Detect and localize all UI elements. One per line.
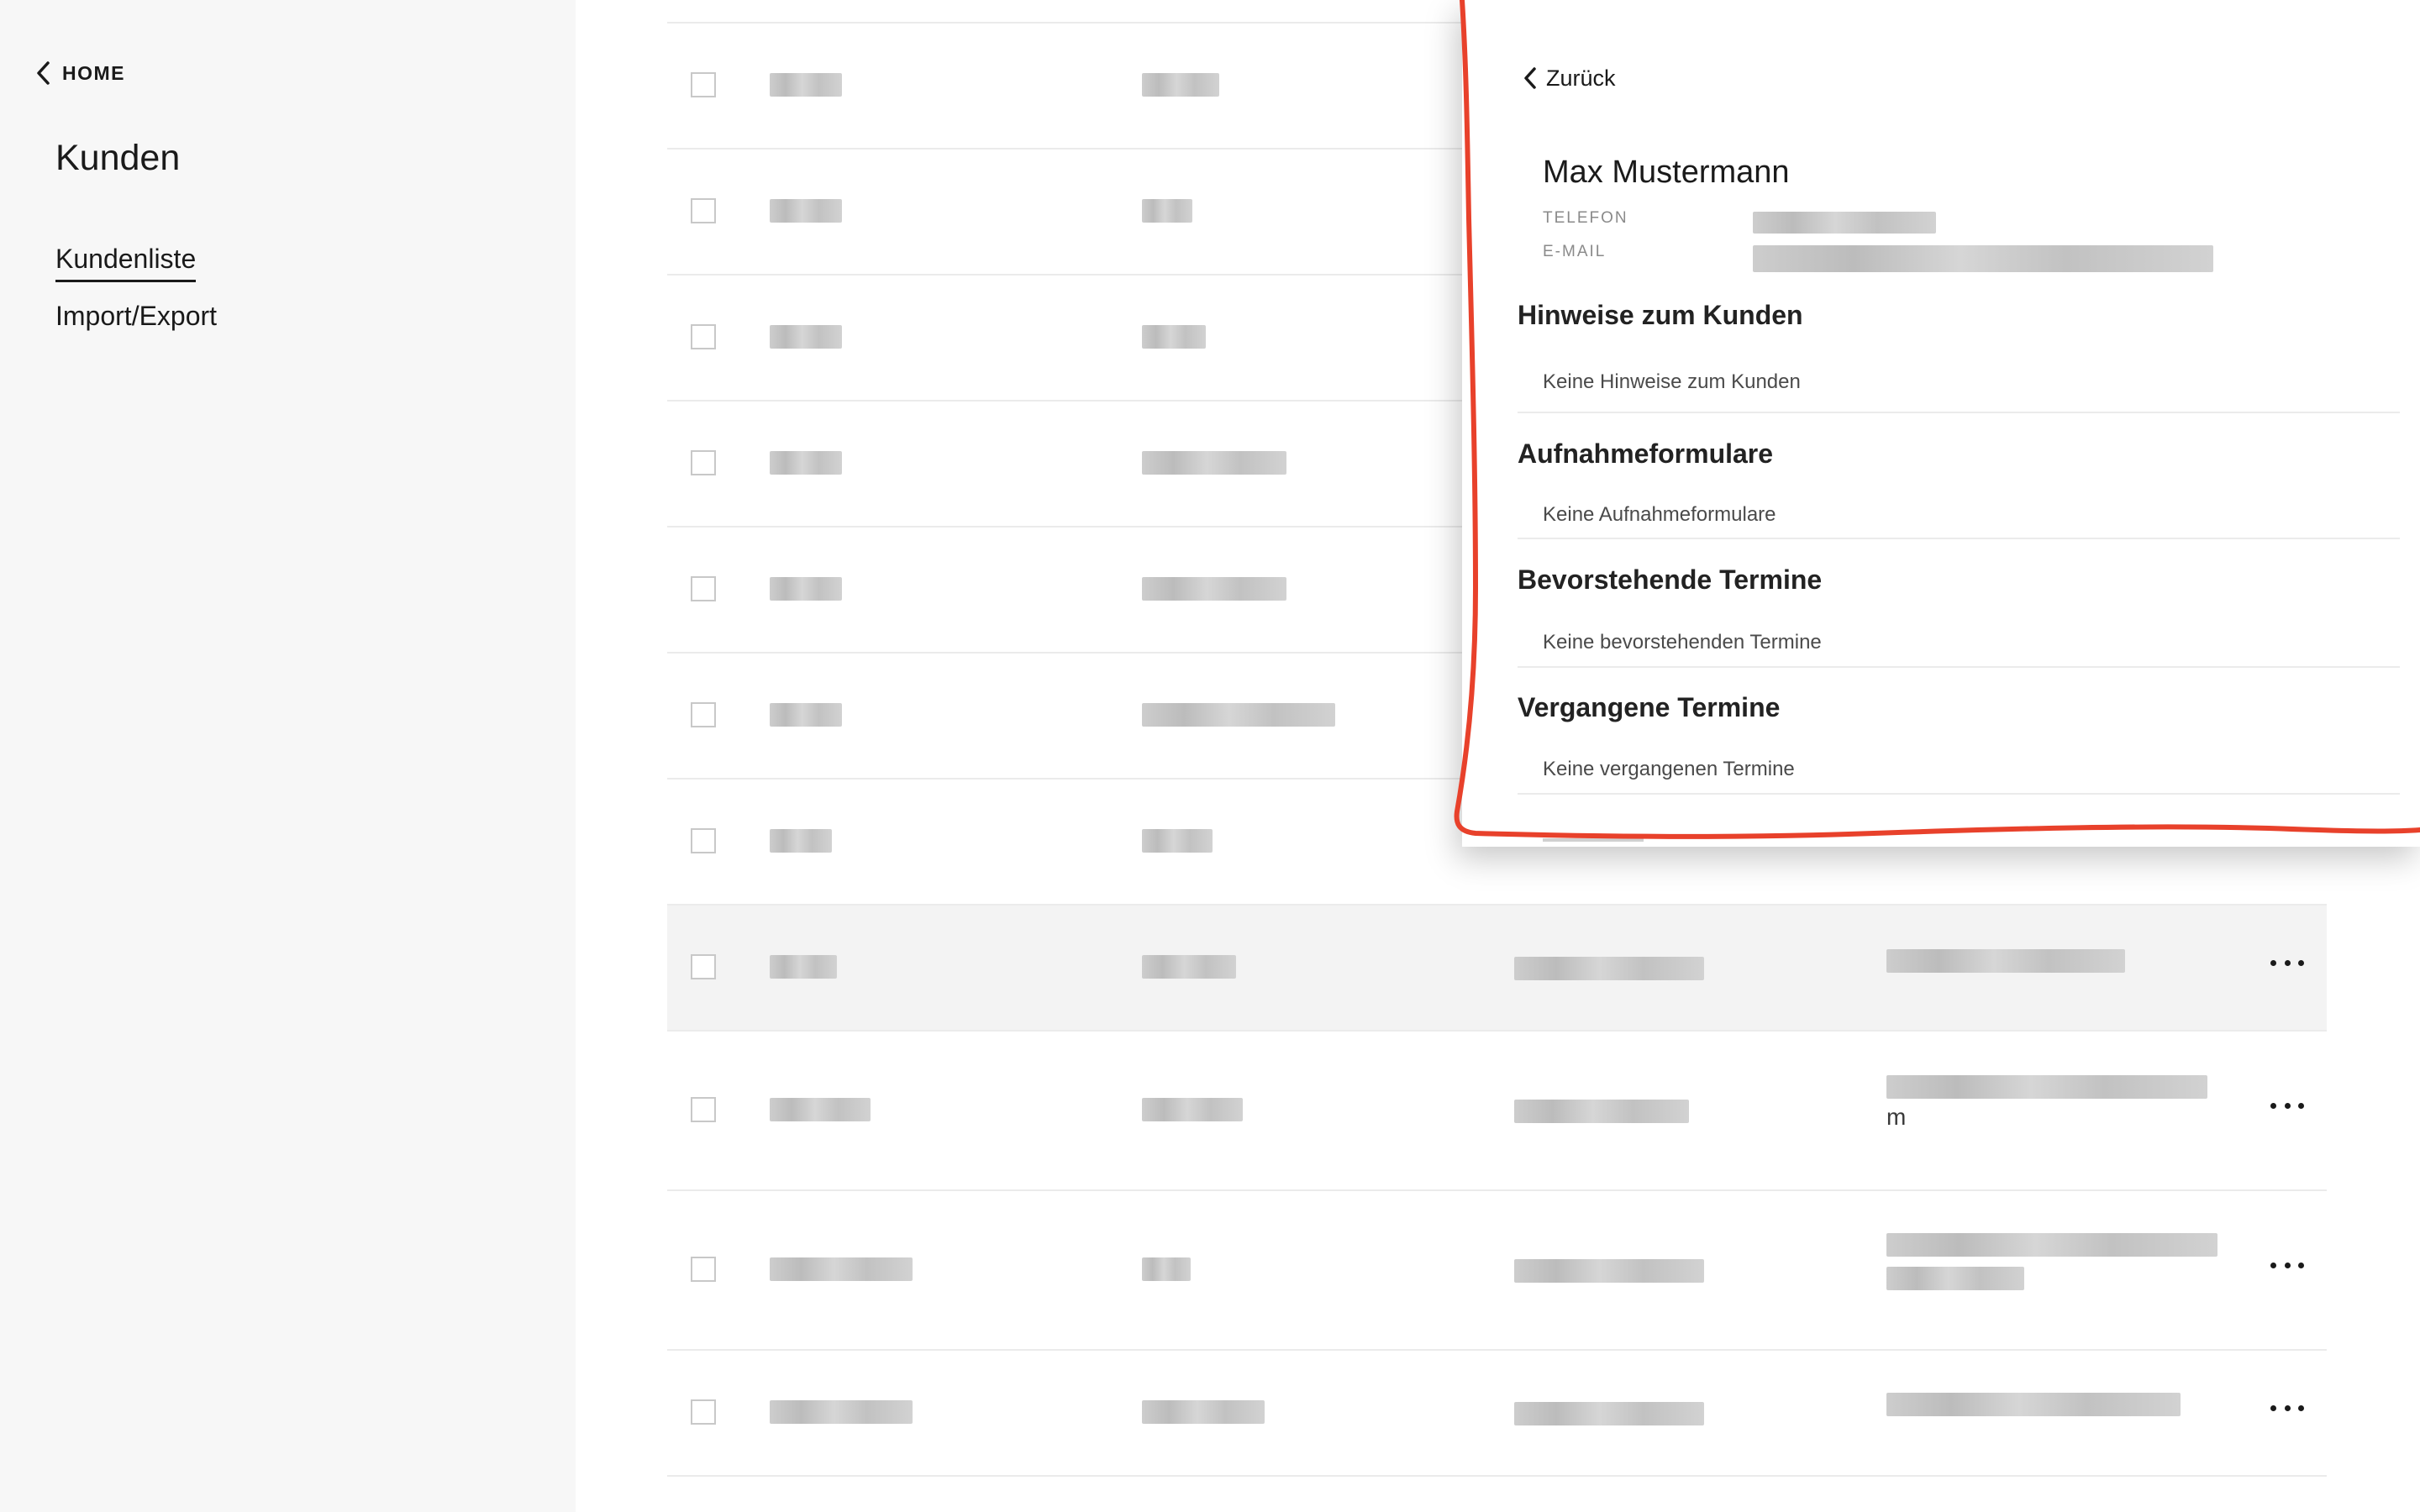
redacted-value [1142,1257,1191,1281]
redacted-name [770,199,842,223]
more-dot [2284,1102,2291,1109]
redacted-email [1886,1233,2217,1257]
row-checkbox[interactable] [691,450,716,475]
redacted-name [770,73,842,97]
row-checkbox[interactable] [691,702,716,727]
section-title-notes: Hinweise zum Kunden [1518,300,1803,330]
more-dot [2270,1404,2276,1411]
nav-item-import-export[interactable]: Import/Export [55,301,217,332]
section-empty-past-appointments: Keine vergangenen Termine [1543,758,1795,780]
more-dot [2284,1262,2291,1268]
redacted-name [770,1400,913,1424]
row-checkbox[interactable] [691,72,716,97]
chevron-left-icon [37,61,50,85]
row-more-button[interactable] [2270,1255,2304,1275]
row-more-button[interactable] [2270,1398,2304,1418]
row-divider [667,1189,2327,1191]
redacted-phone[interactable] [1753,212,1936,234]
row-more-button[interactable] [2270,1095,2304,1116]
more-dot [2270,1262,2276,1268]
section-title-upcoming-appointments: Bevorstehende Termine [1518,564,1823,595]
more-dot [2298,1102,2304,1109]
section-empty-notes: Keine Hinweise zum Kunden [1543,370,1801,393]
redacted-email [1886,1075,2207,1099]
row-checkbox[interactable] [691,576,716,601]
redacted-name [770,955,837,979]
redacted-value [1142,577,1286,601]
row-checkbox[interactable] [691,198,716,223]
redacted-value [1142,955,1236,979]
sidebar: HOME Kunden Kundenliste Import/Export [0,0,576,1512]
more-dot [2284,1404,2291,1411]
redacted-name [770,577,842,601]
row-checkbox[interactable] [691,1257,716,1282]
redacted-value [1142,451,1286,475]
redacted-email [1886,1393,2181,1416]
phone-label: TELEFON [1543,209,1628,227]
section-divider [1518,538,2400,539]
back-label: Zurück [1546,65,1616,91]
chevron-left-icon [1524,67,1536,89]
redacted-value [1514,1402,1704,1425]
redacted-value [1142,1400,1265,1424]
section-divider [1518,412,2400,413]
row-checkbox[interactable] [691,324,716,349]
row-checkbox[interactable] [691,954,716,979]
redacted-cut-off-text [1543,838,1644,842]
nav-item-kundenliste[interactable]: Kundenliste [55,244,197,282]
section-divider [1518,793,2400,795]
row-checkbox[interactable] [691,828,716,853]
redacted-name [770,829,832,853]
row-divider [667,904,2327,906]
redacted-value [1142,73,1219,97]
redacted-email [1886,1267,2024,1290]
redacted-value [1142,703,1335,727]
redacted-value [1514,957,1704,980]
redacted-value [1142,325,1206,349]
redacted-value [1142,829,1213,853]
redacted-value [1142,199,1192,223]
redacted-name [770,1257,913,1281]
row-divider [667,1349,2327,1351]
page-title: Kunden [55,138,181,178]
redacted-email[interactable] [1753,245,2213,272]
more-dot [2270,959,2276,966]
redacted-value [1514,1100,1689,1123]
back-button[interactable]: Zurück [1523,66,1616,91]
home-label: HOME [62,61,125,84]
section-empty-upcoming-appointments: Keine bevorstehenden Termine [1543,631,1822,654]
redacted-name [770,451,842,475]
section-title-past-appointments: Vergangene Termine [1518,692,1781,722]
more-dot [2298,1262,2304,1268]
more-dot [2270,1102,2276,1109]
redacted-value [1514,1259,1704,1283]
more-dot [2284,959,2291,966]
row-divider [667,1475,2327,1477]
redacted-name [770,703,842,727]
email-label: E-MAIL [1543,243,1607,260]
more-dot [2298,1404,2304,1411]
row-checkbox[interactable] [691,1097,716,1122]
more-dot [2298,959,2304,966]
row-divider [667,1030,2327,1032]
section-empty-intake-forms: Keine Aufnahmeformulare [1543,503,1776,526]
section-title-intake-forms: Aufnahmeformulare [1518,438,1774,469]
row-more-button[interactable] [2270,953,2304,973]
customer-name: Max Mustermann [1543,155,1790,190]
redacted-name [770,1098,871,1121]
customer-detail-panel: Zurück Max Mustermann TELEFON E-MAIL Hin… [1462,0,2420,847]
row-checkbox[interactable] [691,1399,716,1425]
redacted-name [770,325,842,349]
redacted-value [1142,1098,1243,1121]
redacted-email [1886,949,2125,973]
home-link[interactable]: HOME [35,60,125,86]
section-divider [1518,666,2400,668]
cell-text-fragment: m [1886,1104,1907,1130]
